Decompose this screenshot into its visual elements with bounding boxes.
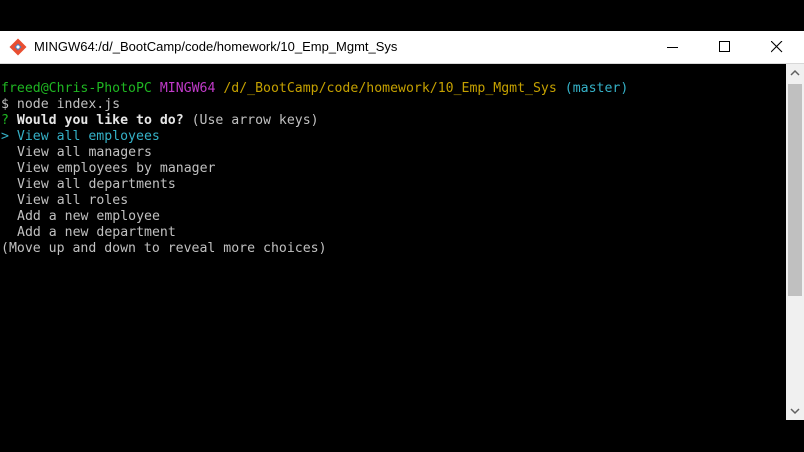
choice-item[interactable]: Add a new employee — [17, 209, 160, 225]
question-hint: (Use arrow keys) — [191, 113, 319, 128]
question-text: Would you like to do? — [16, 113, 184, 128]
screen: MINGW64:/d/_BootCamp/code/homework/10_Em… — [0, 0, 804, 452]
prompt-path: /d/_BootCamp/code/homework/10_Emp_Mgmt_S… — [223, 81, 557, 96]
choice-item[interactable]: View employees by manager — [17, 161, 216, 177]
prompt-branch: (master) — [564, 81, 629, 96]
scroll-thumb[interactable] — [788, 84, 802, 296]
scroll-down-button[interactable] — [786, 402, 804, 420]
scroll-up-button[interactable] — [786, 64, 804, 82]
close-button[interactable] — [754, 31, 800, 63]
terminal-output[interactable]: freed@Chris-PhotoPC MINGW64 /d/_BootCamp… — [0, 64, 786, 420]
choice-item[interactable]: Add a new department — [17, 225, 176, 241]
prompt-shell: MINGW64 — [159, 81, 216, 96]
chevron-up-icon — [790, 69, 800, 76]
git-bash-icon — [9, 38, 27, 56]
choice-item[interactable]: View all managers — [17, 145, 152, 161]
prompt-user-host: freed@Chris-PhotoPC — [1, 81, 152, 96]
command-line: $ node index.js — [1, 97, 121, 112]
maximize-button[interactable] — [702, 31, 748, 63]
close-icon — [771, 41, 783, 53]
minimize-icon — [667, 47, 678, 48]
question-line: ? Would you like to do? (Use arrow keys) — [1, 113, 319, 129]
selection-pointer: > — [1, 129, 9, 144]
choice-label: View all employees — [16, 129, 160, 144]
question-marker: ? — [1, 113, 9, 128]
maximize-icon — [719, 41, 730, 52]
title-bar[interactable]: MINGW64:/d/_BootCamp/code/homework/10_Em… — [0, 31, 804, 64]
minimize-button[interactable] — [650, 31, 696, 63]
vertical-scrollbar[interactable] — [786, 64, 804, 420]
footer-hint: (Move up and down to reveal more choices… — [1, 241, 327, 256]
bottom-border — [0, 420, 804, 452]
choice-item[interactable]: View all roles — [17, 193, 128, 209]
choice-selected[interactable]: > View all employees — [1, 129, 160, 145]
choice-item[interactable]: View all departments — [17, 177, 176, 193]
prompt-line: freed@Chris-PhotoPC MINGW64 /d/_BootCamp… — [1, 81, 628, 97]
chevron-down-icon — [790, 408, 800, 415]
window-title: MINGW64:/d/_BootCamp/code/homework/10_Em… — [34, 39, 398, 54]
